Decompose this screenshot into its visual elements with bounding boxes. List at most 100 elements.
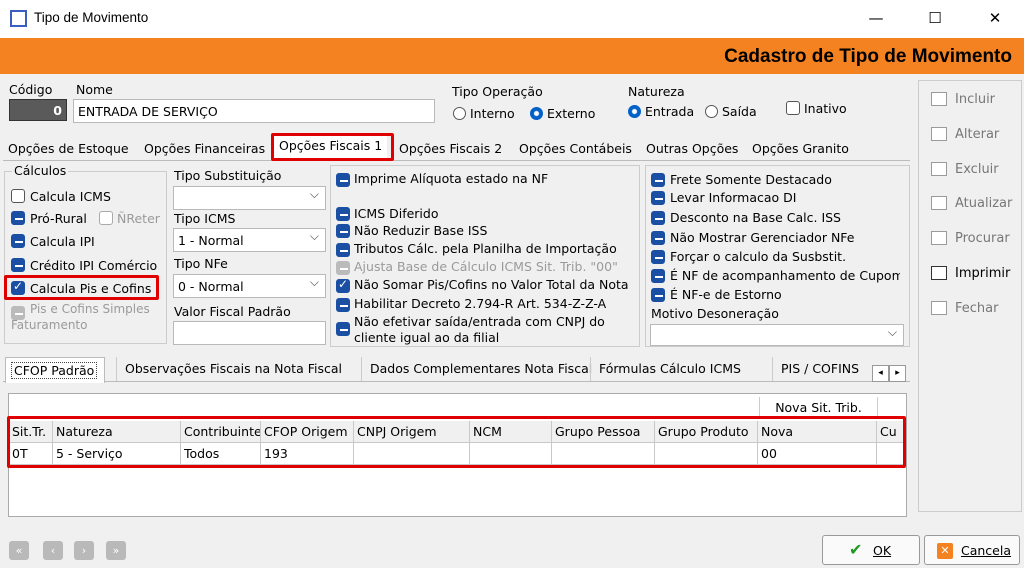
tab-formulas-icms[interactable]: Fórmulas Cálculo ICMS — [590, 357, 749, 381]
incluir-button[interactable]: Incluir — [922, 85, 1020, 115]
saida-label: Saída — [721, 104, 757, 119]
procurar-button[interactable]: Procurar — [922, 224, 1020, 254]
maximize-button[interactable]: ☐ — [925, 8, 945, 28]
tab-cfop-padrao[interactable]: CFOP Padrão — [5, 357, 105, 383]
tab-opcoes-fiscais-2[interactable]: Opções Fiscais 2 — [394, 139, 507, 160]
edit-icon — [931, 127, 947, 141]
interno-radio[interactable]: Interno — [453, 105, 515, 121]
tipo-operacao-label: Tipo Operação — [452, 84, 543, 99]
next-record-button[interactable]: › — [74, 541, 94, 560]
alterar-button[interactable]: Alterar — [922, 120, 1020, 150]
entrada-radio[interactable]: Entrada — [628, 103, 694, 119]
opt-nfe-estorno-checkbox[interactable] — [651, 288, 665, 302]
credito-ipi-checkbox[interactable] — [11, 258, 25, 272]
entrada-radio-circle — [628, 105, 641, 118]
externo-radio-circle — [530, 107, 543, 120]
excluir-label: Excluir — [955, 162, 999, 177]
calcula-ipi-checkbox[interactable] — [11, 234, 25, 248]
opt-nao-reduzir-iss-checkbox[interactable] — [336, 224, 350, 238]
opt-levar-di-checkbox[interactable] — [651, 191, 665, 205]
minimize-button[interactable]: — — [866, 8, 886, 28]
tab-opcoes-estoque[interactable]: Opções de Estoque — [3, 139, 134, 160]
tab-dados-complementares[interactable]: Dados Complementares Nota Fiscal — [361, 357, 600, 381]
first-record-button[interactable]: « — [9, 541, 29, 560]
tipo-nfe-select[interactable]: 0 - Normal — [173, 274, 326, 298]
codigo-value: 0 — [53, 103, 62, 118]
inativo-label: Inativo — [804, 101, 847, 116]
opt-ajusta-base-label: Ajusta Base de Cálculo ICMS Sit. Trib. "… — [354, 259, 618, 274]
opt-decreto-checkbox[interactable] — [336, 298, 350, 312]
close-button[interactable]: ✕ — [985, 8, 1005, 28]
ok-button[interactable]: ✔ OK — [822, 535, 920, 565]
bottom-tab-strip — [3, 381, 910, 382]
interno-radio-circle — [453, 107, 466, 120]
tipo-substituicao-select[interactable] — [173, 186, 326, 210]
motivo-desoneracao-select[interactable] — [650, 324, 904, 346]
opt-icms-diferido-label: ICMS Diferido — [354, 206, 439, 221]
opt-nao-somar-pis-label: Não Somar Pis/Cofins no Valor Total da N… — [354, 277, 629, 292]
tab-opcoes-granito[interactable]: Opções Granito — [747, 139, 854, 160]
pro-rural-checkbox[interactable] — [11, 211, 25, 225]
opt-forcar-calculo-label: Forçar o calculo da Susbstit. — [670, 249, 847, 264]
last-record-button[interactable]: » — [106, 541, 126, 560]
opt-nao-reduzir-iss-label: Não Reduzir Base ISS — [354, 223, 488, 238]
nome-field[interactable]: ENTRADA DE SERVIÇO — [73, 99, 435, 123]
opt-nf-cupom-label: É NF de acompanhamento de Cupom — [670, 268, 900, 283]
opt-desconto-iss-label: Desconto na Base Calc. ISS — [670, 210, 841, 225]
opt-nao-mostrar-nfe-label: Não Mostrar Gerenciador NFe — [670, 230, 855, 245]
opt-imprime-aliquota-checkbox[interactable] — [336, 173, 350, 187]
opt-frete-checkbox[interactable] — [651, 173, 665, 187]
app-icon — [10, 10, 27, 27]
tipo-icms-value: 1 - Normal — [178, 233, 244, 248]
tipo-icms-select[interactable]: 1 - Normal — [173, 228, 326, 252]
check-icon: ✔ — [849, 540, 863, 559]
cancela-label: Cancela — [961, 543, 1012, 558]
tab-cfop-padrao-label: CFOP Padrão — [11, 362, 98, 379]
prev-record-button[interactable]: ‹ — [43, 541, 63, 560]
atualizar-button[interactable]: Atualizar — [922, 189, 1020, 219]
tab-outras-opcoes[interactable]: Outras Opções — [641, 139, 743, 160]
calcula-ipi-label: Calcula IPI — [30, 234, 95, 249]
opt-nao-mostrar-nfe-checkbox[interactable] — [651, 231, 665, 245]
nreter-checkbox[interactable] — [99, 211, 113, 225]
incluir-label: Incluir — [955, 92, 996, 107]
tab-pis-cofins[interactable]: PIS / COFINS — [772, 357, 872, 381]
opt-tributos-planilha-checkbox[interactable] — [336, 243, 350, 257]
saida-radio[interactable]: Saída — [705, 103, 757, 119]
opt-nao-efetivar-checkbox[interactable] — [336, 322, 350, 336]
alterar-label: Alterar — [955, 127, 1000, 142]
tab-observacoes-fiscais[interactable]: Observações Fiscais na Nota Fiscal — [116, 357, 350, 381]
cancela-button[interactable]: ✕ Cancela — [924, 535, 1020, 565]
inativo-checkbox[interactable] — [786, 101, 800, 115]
opt-imprime-aliquota-label: Imprime Alíquota estado na NF — [354, 171, 549, 186]
tab-scroll-left-button[interactable]: ◂ — [872, 365, 889, 382]
opt-nao-efetivar-label-1: Não efetivar saída/entrada com CNPJ do — [354, 314, 605, 329]
pro-rural-label: Pró-Rural — [30, 211, 87, 226]
nreter-label: ÑReter — [117, 211, 160, 226]
nome-value: ENTRADA DE SERVIÇO — [78, 104, 218, 119]
tab-scroll-right-button[interactable]: ▸ — [889, 365, 906, 382]
opt-nao-somar-pis-checkbox[interactable] — [336, 277, 350, 293]
calcula-icms-label: Calcula ICMS — [30, 189, 111, 204]
interno-label: Interno — [469, 106, 515, 121]
opt-nf-cupom-checkbox[interactable] — [651, 269, 665, 283]
opt-forcar-calculo-checkbox[interactable] — [651, 250, 665, 264]
pis-cofins-simples-label: Pis e Cofins Simples — [30, 302, 150, 316]
banner: Cadastro de Tipo de Movimento — [0, 38, 1024, 74]
tab-opcoes-financeiras[interactable]: Opções Financeiras — [139, 139, 270, 160]
excluir-button[interactable]: Excluir — [922, 155, 1020, 185]
externo-radio[interactable]: Externo — [530, 105, 595, 121]
valor-fiscal-input[interactable] — [173, 321, 326, 345]
codigo-field[interactable]: 0 — [9, 99, 67, 121]
calcula-icms-checkbox[interactable] — [11, 189, 25, 203]
motivo-desoneracao-label: Motivo Desoneração — [651, 306, 779, 321]
opt-nao-efetivar-label-2: cliente igual ao da filial — [354, 330, 500, 345]
opt-icms-diferido-checkbox[interactable] — [336, 207, 350, 221]
imprimir-button[interactable]: Imprimir — [922, 259, 1020, 289]
tab-opcoes-contabeis[interactable]: Opções Contábeis — [514, 139, 637, 160]
delete-icon — [931, 162, 947, 176]
opt-desconto-iss-checkbox[interactable] — [651, 211, 665, 225]
window-title: Tipo de Movimento — [34, 10, 149, 25]
tipo-nfe-label: Tipo NFe — [174, 256, 228, 271]
fechar-button[interactable]: Fechar — [922, 294, 1020, 324]
